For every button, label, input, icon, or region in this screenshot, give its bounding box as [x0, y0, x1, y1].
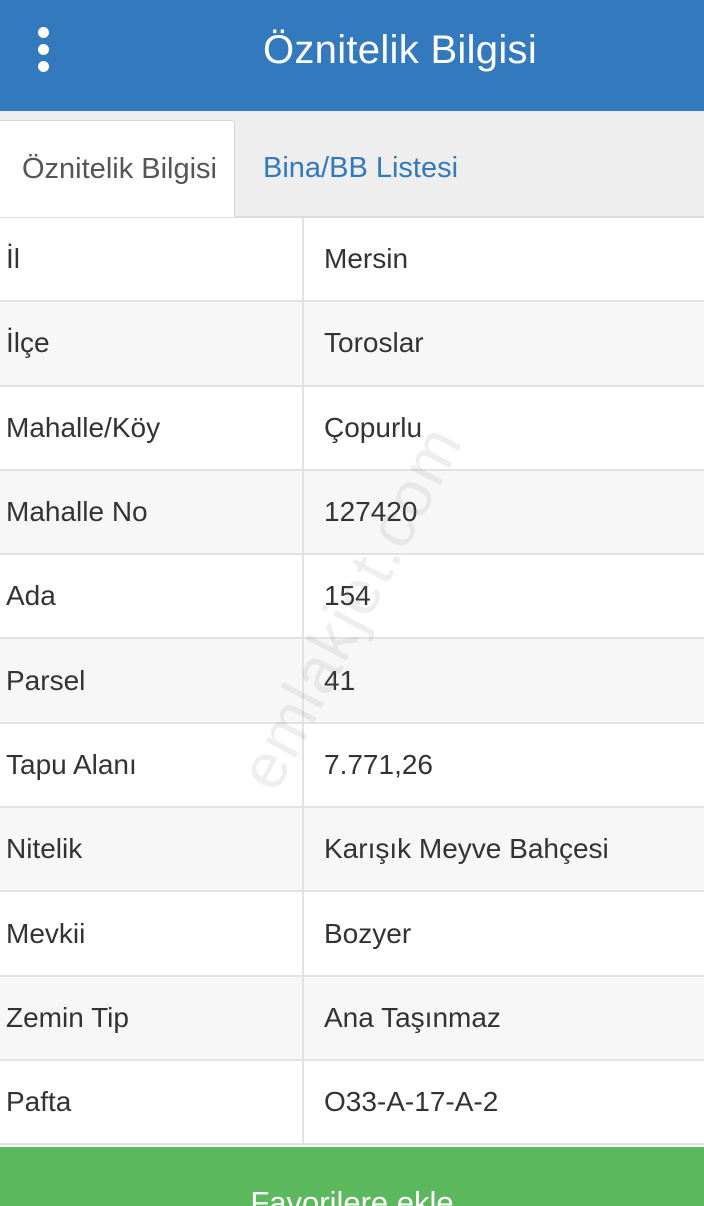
- attribute-label: Parsel: [0, 639, 304, 722]
- table-row: Mahalle/Köy Çopurlu: [0, 386, 704, 471]
- attribute-value: 127420: [324, 496, 418, 528]
- app-root: Öznitelik Bilgisi Öznitelik Bilgisi Bina…: [0, 0, 704, 1206]
- attribute-value: O33-A-17-A-2: [324, 1086, 499, 1118]
- page-title: Öznitelik Bilgisi: [262, 28, 538, 72]
- attribute-table: İl Mersin İlçe Toroslar Mahalle/Köy Çopu…: [0, 217, 704, 1146]
- attribute-label: Mevkii: [0, 892, 304, 975]
- attribute-label: Mahalle No: [0, 470, 304, 554]
- menu-dot: [37, 43, 49, 55]
- table-row: Pafta O33-A-17-A-2: [0, 1060, 704, 1146]
- table-row: Nitelik Karışık Meyve Bahçesi: [0, 808, 704, 893]
- tab-bar: Öznitelik Bilgisi Bina/BB Listesi: [0, 111, 704, 218]
- attribute-label: Tapu Alanı: [0, 723, 304, 807]
- attribute-label: Zemin Tip: [0, 976, 304, 1059]
- table-row: Parsel 41: [0, 639, 704, 724]
- attribute-value: Karışık Meyve Bahçesi: [324, 833, 609, 865]
- table-row: Tapu Alanı 7.771,26: [0, 723, 704, 809]
- table-row: Mevkii Bozyer: [0, 892, 704, 977]
- attribute-value: 7.771,26: [324, 748, 433, 780]
- attribute-value: Çopurlu: [324, 411, 423, 443]
- app-header: Öznitelik Bilgisi: [0, 0, 704, 111]
- table-row: Zemin Tip Ana Taşınmaz: [0, 976, 704, 1061]
- table-row: Mahalle No 127420: [0, 470, 704, 556]
- attribute-label: Ada: [0, 555, 304, 638]
- table-row: İlçe Toroslar: [0, 302, 704, 387]
- menu-dot: [37, 60, 49, 72]
- attribute-value: 154: [324, 580, 371, 612]
- attribute-label: İl: [0, 218, 304, 301]
- attribute-label: Nitelik: [0, 808, 304, 891]
- menu-dot: [37, 26, 49, 38]
- table-row: İl Mersin: [0, 218, 704, 303]
- tab-oznitelik-bilgisi[interactable]: Öznitelik Bilgisi: [0, 120, 235, 218]
- attribute-value: 41: [324, 664, 356, 696]
- add-to-favorites-button[interactable]: Favorilere ekle: [0, 1147, 704, 1206]
- table-row: Ada 154: [0, 555, 704, 640]
- more-vertical-icon[interactable]: [20, 24, 66, 74]
- attribute-label: İlçe: [0, 302, 304, 385]
- attribute-label: Pafta: [0, 1060, 304, 1144]
- tab-bina-bb-listesi[interactable]: Bina/BB Listesi: [263, 120, 458, 217]
- attribute-label: Mahalle/Köy: [0, 386, 304, 469]
- attribute-value: Ana Taşınmaz: [324, 1001, 501, 1033]
- attribute-value: Toroslar: [324, 327, 424, 359]
- attribute-value: Mersin: [324, 243, 409, 275]
- add-to-favorites-label: Favorilere ekle: [250, 1185, 454, 1206]
- attribute-value: Bozyer: [324, 917, 412, 949]
